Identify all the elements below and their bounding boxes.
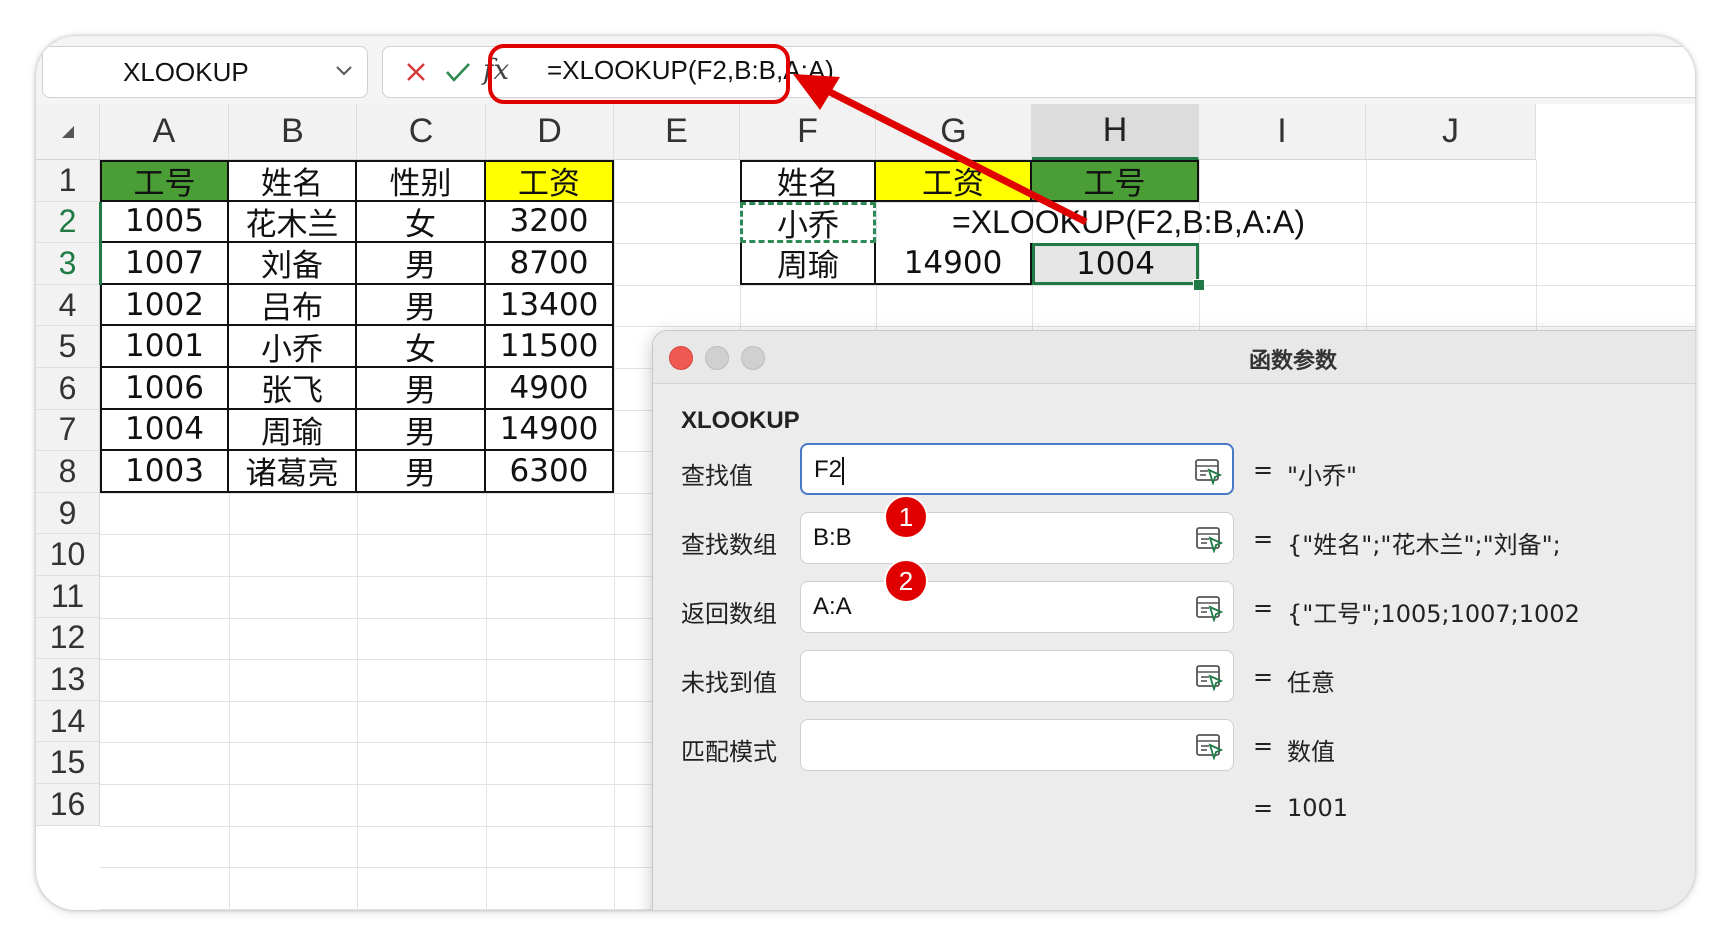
formula-highlight-box [488,44,790,104]
spreadsheet-window: XLOOKUP fx =XLOOKUP(F2,B:B,A:A) ABCDEFGH… [36,36,1695,910]
annotation-arrow-line [820,84,1088,226]
annotation-overlay [488,44,1088,226]
